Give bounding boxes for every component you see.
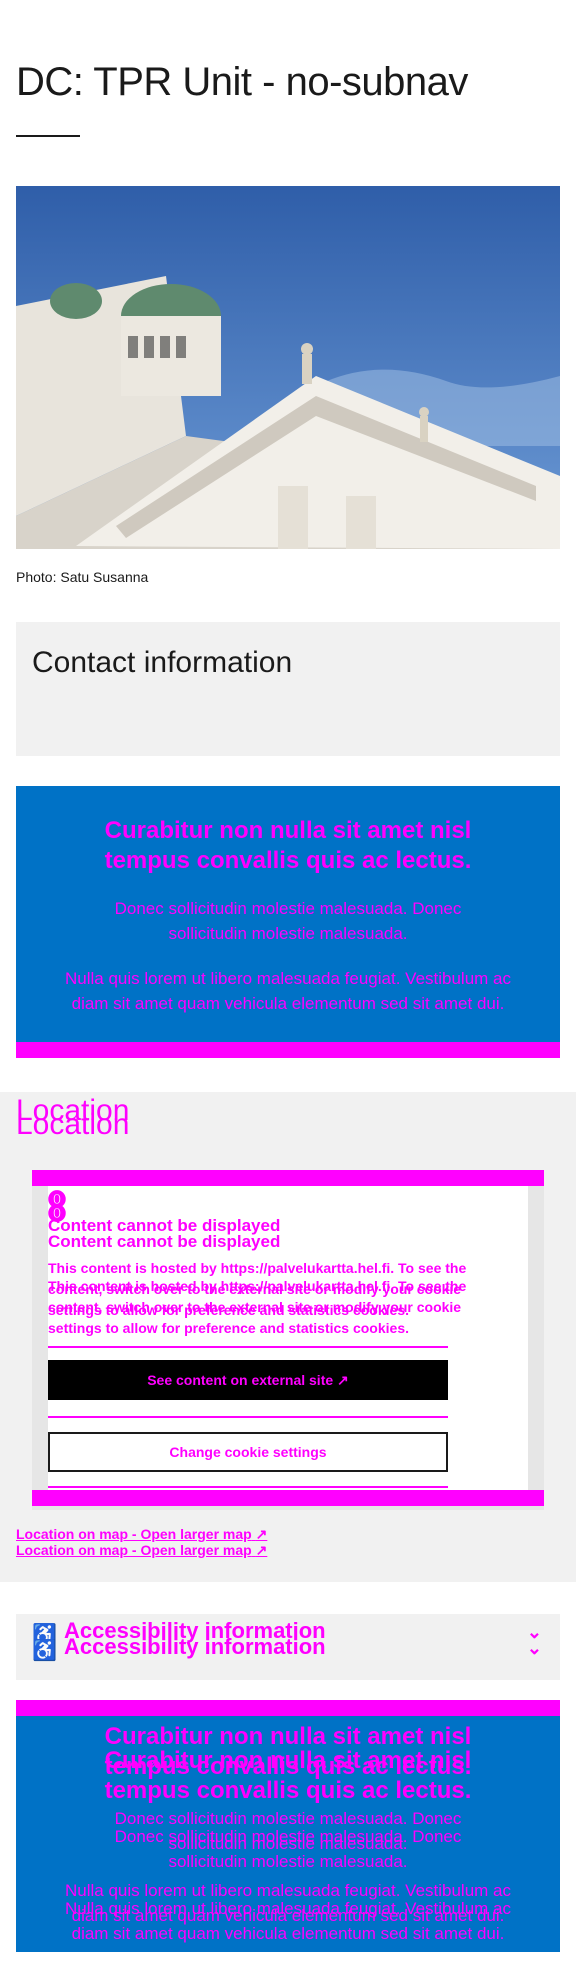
map-link-duplicate[interactable]: Location on map - Open larger map ↗ (16, 1542, 267, 1559)
accessibility-icon: ♿ (32, 1640, 57, 1662)
banner-title: Curabitur non nulla sit amet nisl tempus… (104, 817, 472, 874)
banner-text: Nulla quis lorem ut libero malesuada feu… (64, 969, 512, 1013)
accordion-label: Accessibility information (64, 1634, 326, 1659)
external-site-button[interactable]: See content on external site ↗ (48, 1360, 448, 1400)
photo-caption: Photo: Satu Susanna (16, 569, 149, 585)
external-link-icon: ↗ (255, 1542, 268, 1558)
embed-text: This content is hosted by https://palvel… (48, 1278, 467, 1336)
title-divider (16, 135, 80, 137)
chevron-down-icon[interactable]: ⌄ (527, 1638, 542, 1659)
accessibility-accordion[interactable]: ♿ ♿ Accessibility information Accessibil… (16, 1614, 560, 1680)
cookie-settings-button[interactable]: Change cookie settings (48, 1432, 448, 1472)
banner-bottom-bar (16, 1042, 560, 1058)
contact-card: Contact information (16, 622, 560, 756)
location-heading-duplicate: Location (16, 1108, 130, 1141)
banner-title: Curabitur non nulla sit amet nisl tempus… (104, 1747, 472, 1804)
embed-title: Content cannot be displayed (48, 1232, 281, 1251)
banner-text: Donec sollicitudin molestie malesuada. D… (114, 899, 462, 943)
map-link[interactable]: Location on map - Open larger map ↗ (16, 1526, 267, 1543)
banner-text: Nulla quis lorem ut libero malesuada feu… (64, 1899, 512, 1943)
contact-heading: Contact information (32, 646, 293, 679)
banner-text: Donec sollicitudin molestie malesuada. D… (114, 1827, 462, 1871)
external-link-icon: ↗ (337, 1371, 349, 1388)
hero-image (16, 186, 560, 549)
external-link-icon: ↗ (255, 1526, 268, 1542)
cathedral-photo (16, 186, 560, 549)
promo-banner: Curabitur non nulla sit amet nisl tempus… (16, 786, 560, 1058)
promo-banner: Curabitur non nulla sit amet nisl tempus… (16, 1700, 560, 1952)
banner-top-bar (16, 1700, 560, 1716)
page-title: DC: TPR Unit - no-subnav (16, 60, 468, 104)
